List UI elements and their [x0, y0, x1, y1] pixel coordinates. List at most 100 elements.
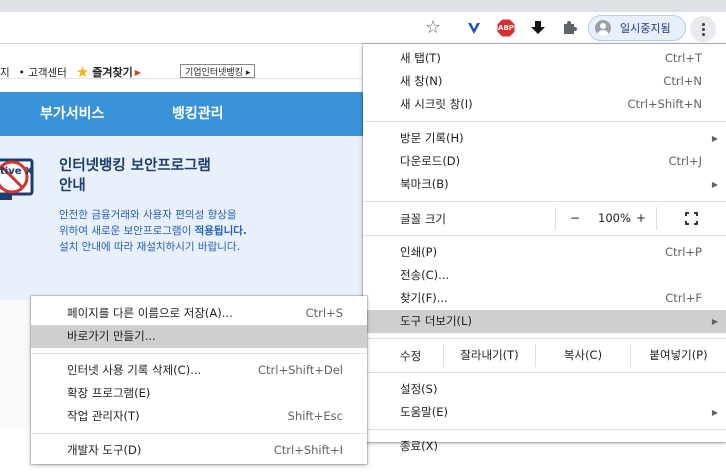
menu-item-shortcut: Shift+Esc — [287, 409, 343, 423]
menu-item-shortcut: Ctrl+Shift+Del — [258, 363, 343, 377]
security-body-line3: 설치 안내에 따라 재설치하시기 바랍니다. — [59, 241, 240, 253]
menu-item-label: 설정(S) — [400, 382, 438, 396]
adblock-plus-icon[interactable]: ABP — [494, 16, 518, 40]
utility-links: 지 • 고객센터 ★ 즐겨찾기 ▶ — [0, 64, 141, 80]
menu-item-clear-browsing-data[interactable]: 인터넷 사용 기록 삭제(C)... Ctrl+Shift+Del — [31, 359, 367, 382]
menu-divider — [363, 372, 726, 373]
menu-item-label: 도구 더보기(L) — [400, 314, 472, 328]
zoom-label: 글꼴 크기 — [400, 211, 446, 226]
favorites-star-icon: ★ — [75, 62, 90, 81]
main-navigation: 부가서비스 뱅킹관리 — [0, 92, 363, 136]
corporate-banking-button[interactable]: 기업인터넷뱅킹 ▸ — [180, 64, 256, 78]
extensions-puzzle-icon[interactable] — [557, 16, 581, 40]
menu-item-label: 전송(C)... — [400, 268, 450, 282]
browser-toolbar: ☆ ABP 일시중지됨 — [0, 12, 726, 44]
menu-item-create-shortcut[interactable]: 바로가기 만들기... — [31, 325, 367, 348]
tab-strip — [0, 0, 726, 12]
menu-divider — [31, 353, 367, 354]
menu-item-exit[interactable]: 종료(X) — [363, 435, 726, 458]
security-section-body: 안전한 금융거래와 사용자 편의성 향상을 위하여 새로운 보안프로그램이 적용… — [59, 207, 247, 255]
menu-item-label: 인터넷 사용 기록 삭제(C)... — [67, 363, 202, 377]
menu-item-help[interactable]: 도움말(E) — [363, 401, 726, 424]
nav-item-additional-services[interactable]: 부가서비스 — [40, 92, 104, 136]
avatar — [595, 20, 611, 36]
menu-item-label: 새 탭(T) — [400, 51, 441, 65]
menu-item-print[interactable]: 인쇄(P) Ctrl+P — [363, 241, 726, 264]
menu-item-label: 찾기(F)... — [400, 291, 448, 305]
menu-item-label: 작업 관리자(T) — [67, 409, 140, 423]
menu-divider — [363, 201, 726, 202]
menu-zoom-row: 글꼴 크기 − 100% + — [363, 207, 726, 230]
zoom-out-button[interactable]: − — [566, 207, 584, 230]
more-tools-submenu: 페이지를 다른 이름으로 저장(A)... Ctrl+S 바로가기 만들기... … — [31, 296, 367, 464]
menu-item-task-manager[interactable]: 작업 관리자(T) Shift+Esc — [31, 405, 367, 428]
edit-label: 수정 — [400, 348, 422, 363]
menu-item-label: 도움말(E) — [400, 405, 448, 419]
menu-item-find[interactable]: 찾기(F)... Ctrl+F — [363, 287, 726, 310]
menu-item-label: 새 시크릿 창(I) — [400, 97, 473, 111]
menu-item-shortcut: Ctrl+Shift+I — [273, 443, 343, 457]
menu-item-label: 바로가기 만들기... — [67, 329, 156, 343]
security-body-line1: 안전한 금융거래와 사용자 편의성 향상을 — [59, 209, 237, 221]
menu-item-label: 북마크(B) — [400, 177, 449, 191]
profile-status-label: 일시중지됨 — [620, 22, 671, 35]
zoom-level: 100% — [598, 211, 631, 225]
menu-item-label: 페이지를 다른 이름으로 저장(A)... — [67, 306, 233, 320]
menu-divider — [363, 429, 726, 430]
menu-item-label: 종료(X) — [400, 439, 439, 453]
menu-item-developer-tools[interactable]: 개발자 도구(D) Ctrl+Shift+I — [31, 439, 367, 462]
profile-button[interactable]: 일시중지됨 — [588, 15, 686, 41]
util-link-partial[interactable]: 지 — [0, 65, 10, 80]
more-menu-icon[interactable] — [690, 16, 716, 42]
menu-item-label: 다운로드(D) — [400, 154, 461, 168]
security-title-line2: 안내 — [59, 178, 86, 194]
menu-item-shortcut: Ctrl+N — [663, 74, 702, 88]
menu-item-label: 인쇄(P) — [400, 245, 438, 259]
favorites-arrow-icon: ▶ — [134, 67, 141, 77]
activex-label: tive X — [0, 166, 33, 177]
download-extension-icon[interactable] — [526, 16, 550, 40]
favorites-link[interactable]: ★ 즐겨찾기 ▶ — [76, 64, 141, 80]
menu-item-shortcut: Ctrl+T — [664, 51, 702, 65]
menu-item-shortcut: Ctrl+Shift+N — [627, 97, 702, 111]
cut-button[interactable]: 잘라내기(T) — [443, 344, 535, 367]
chrome-main-menu: 새 탭(T) Ctrl+T 새 창(N) Ctrl+N 새 시크릿 창(I) Ctrl… — [363, 44, 726, 453]
menu-divider — [31, 433, 367, 434]
menu-item-downloads[interactable]: 다운로드(D) Ctrl+J — [363, 150, 726, 173]
nav-item-banking-management[interactable]: 뱅킹관리 — [172, 92, 224, 136]
menu-item-label: 확장 프로그램(E) — [67, 386, 151, 400]
security-title-line1: 인터넷뱅킹 보안프로그램 — [59, 158, 211, 174]
zoom-in-button[interactable]: + — [632, 207, 650, 230]
menu-item-new-window[interactable]: 새 창(N) Ctrl+N — [363, 70, 726, 93]
menu-item-shortcut: Ctrl+P — [664, 245, 702, 259]
menu-item-settings[interactable]: 설정(S) — [363, 378, 726, 401]
security-body-line2-a: 위하여 새로운 보안프로그램이 — [59, 225, 195, 237]
menu-divider — [363, 235, 726, 236]
menu-item-more-tools[interactable]: 도구 더보기(L) — [363, 310, 726, 333]
menu-item-cast[interactable]: 전송(C)... — [363, 264, 726, 287]
bookmark-star-icon[interactable]: ☆ — [421, 16, 445, 40]
copy-button[interactable]: 복사(C) — [535, 344, 630, 367]
menu-item-save-page-as[interactable]: 페이지를 다른 이름으로 저장(A)... Ctrl+S — [31, 302, 367, 325]
menu-item-label: 새 창(N) — [400, 74, 443, 88]
menu-divider — [363, 121, 726, 122]
paste-button[interactable]: 붙여넣기(P) — [630, 344, 726, 367]
menu-item-extensions[interactable]: 확장 프로그램(E) — [31, 382, 367, 405]
security-body-line2: 위하여 새로운 보안프로그램이 적용됩니다. — [59, 223, 247, 239]
menu-item-shortcut: Ctrl+J — [668, 154, 703, 168]
fullscreen-button[interactable] — [656, 207, 726, 230]
menu-item-label: 개발자 도구(D) — [67, 443, 142, 457]
adblock-plus-label: ABP — [498, 24, 514, 32]
menu-item-bookmarks[interactable]: 북마크(B) — [363, 173, 726, 196]
favorites-label: 즐겨찾기 — [92, 66, 133, 79]
v3-extension-icon[interactable] — [462, 16, 486, 40]
menu-item-new-incognito-window[interactable]: 새 시크릿 창(I) Ctrl+Shift+N — [363, 93, 726, 116]
menu-item-shortcut: Ctrl+S — [305, 306, 343, 320]
security-body-line2-b: 적용됩니다. — [194, 225, 247, 237]
util-link-customer-center[interactable]: • 고객센터 — [19, 65, 67, 80]
menu-item-history[interactable]: 방문 기록(H) — [363, 127, 726, 150]
menu-item-shortcut: Ctrl+F — [665, 291, 702, 305]
menu-edit-row: 수정 잘라내기(T) 복사(C) 붙여넣기(P) — [363, 344, 726, 367]
menu-item-new-tab[interactable]: 새 탭(T) Ctrl+T — [363, 47, 726, 70]
fullscreen-icon — [685, 212, 698, 225]
